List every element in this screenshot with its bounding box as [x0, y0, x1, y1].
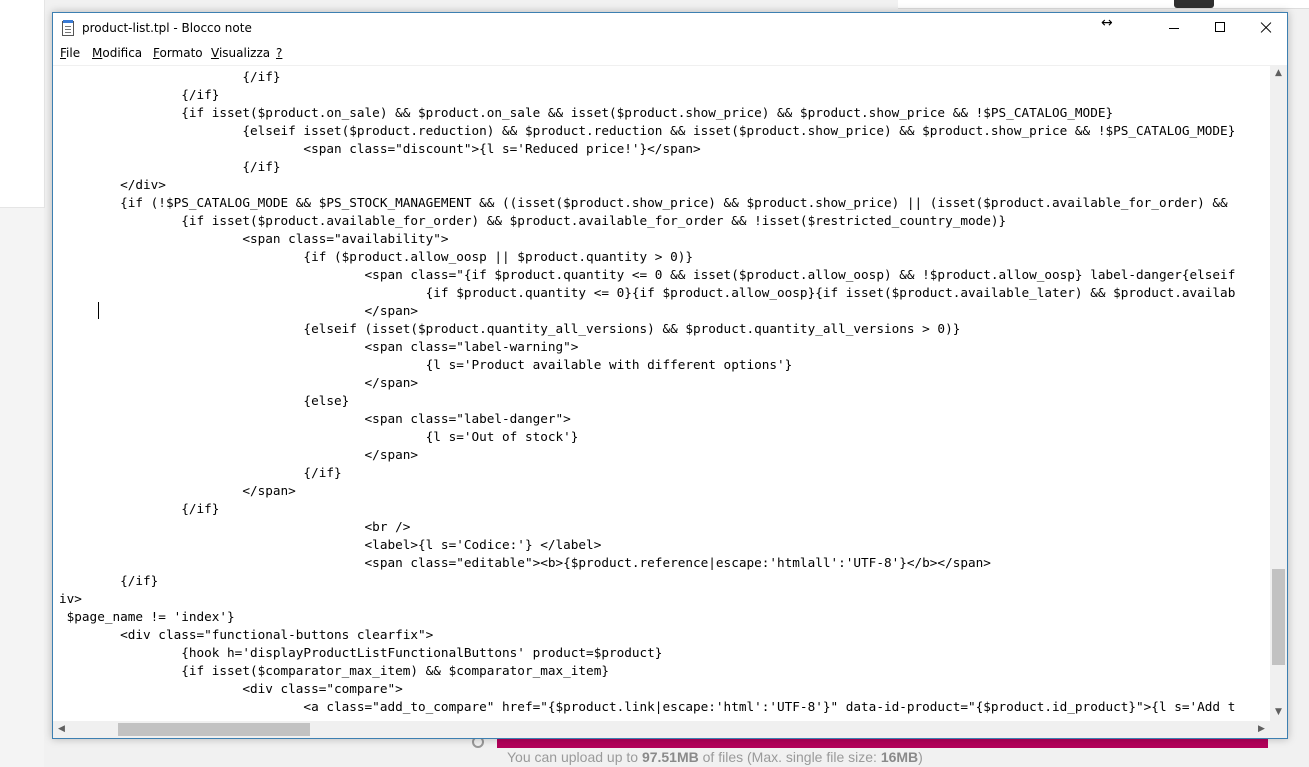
background-top-button[interactable]	[1174, 0, 1214, 8]
code-line[interactable]: </span>	[59, 303, 418, 318]
code-line[interactable]: </div>	[59, 177, 166, 192]
code-line[interactable]: {if isset($comparator_max_item) && $comp…	[59, 663, 609, 678]
upload-single-size: 16MB	[880, 749, 919, 765]
notepad-window: product-list.tpl - Blocco note ↔ File Mo…	[52, 12, 1288, 739]
maximize-button[interactable]	[1197, 13, 1243, 43]
upload-total-size: 97.51MB	[641, 749, 699, 765]
scroll-up-arrow-icon[interactable]: ▲	[1270, 65, 1287, 82]
code-line[interactable]: {hook h='displayProductListFunctionalBut…	[59, 645, 662, 660]
code-line[interactable]: {if ($product.allow_oosp || $product.qua…	[59, 249, 693, 264]
code-line[interactable]: <span class="{if $product.quantity <= 0 …	[59, 267, 1236, 282]
background-panel	[0, 0, 45, 208]
code-line[interactable]: </span>	[59, 447, 418, 462]
upload-text-suffix: )	[918, 749, 923, 765]
code-line[interactable]: {elseif isset($product.reduction) && $pr…	[59, 123, 1235, 138]
code-line[interactable]: <label>{l s='Codice:'} </label>	[59, 537, 602, 552]
code-line[interactable]: <a class="add_to_compare" href="{$produc…	[59, 699, 1235, 714]
menu-help[interactable]: ?	[276, 46, 282, 60]
code-line[interactable]: {/if}	[59, 573, 158, 588]
horizontal-scrollbar[interactable]: ◀ ▶	[53, 721, 1270, 738]
minimize-button[interactable]	[1151, 13, 1197, 43]
horizontal-scroll-thumb[interactable]	[118, 723, 310, 736]
code-line[interactable]: <span class="editable"><b>{$product.refe…	[59, 555, 991, 570]
close-button[interactable]	[1243, 13, 1289, 43]
code-line[interactable]: iv>	[59, 591, 82, 606]
upload-progress-bar	[497, 738, 1268, 748]
text-caret	[98, 302, 99, 319]
code-line[interactable]: <span class="label-warning">	[59, 339, 579, 354]
code-line[interactable]: {/if}	[59, 87, 219, 102]
title-bar[interactable]: product-list.tpl - Blocco note ↔	[53, 13, 1287, 43]
resize-cursor-icon: ↔	[1101, 15, 1113, 31]
code-line[interactable]: {if isset($product.available_for_order) …	[59, 213, 1006, 228]
code-line[interactable]: <span class="label-danger">	[59, 411, 571, 426]
scroll-right-arrow-icon[interactable]: ▶	[1253, 721, 1270, 738]
code-line[interactable]: </span>	[59, 375, 418, 390]
vertical-scroll-thumb[interactable]	[1272, 569, 1285, 665]
notepad-icon	[62, 20, 74, 36]
code-line[interactable]: <div class="compare">	[59, 681, 402, 696]
code-line[interactable]: </span>	[59, 483, 295, 498]
code-line[interactable]: {/if}	[59, 159, 280, 174]
code-line[interactable]: {/if}	[59, 501, 219, 516]
window-title: product-list.tpl - Blocco note	[82, 21, 252, 35]
code-line[interactable]: {l s='Product available with different o…	[59, 357, 793, 372]
upload-text-mid: of files (Max. single file size:	[698, 749, 881, 765]
vertical-scrollbar[interactable]: ▲ ▼	[1270, 65, 1287, 721]
code-text[interactable]: {/if} {/if} {if isset($product.on_sale) …	[59, 68, 1235, 716]
code-line[interactable]: $page_name != 'index'}	[59, 609, 235, 624]
code-line[interactable]: <br />	[59, 519, 411, 534]
code-line[interactable]: <span class="availability">	[59, 231, 448, 246]
code-line[interactable]: <span class="discount">{l s='Reduced pri…	[59, 141, 700, 156]
code-line[interactable]: {elseif (isset($product.quantity_all_ver…	[59, 321, 960, 336]
minimize-icon	[1169, 28, 1179, 29]
code-line[interactable]: <div class="functional-buttons clearfix"…	[59, 627, 433, 642]
menu-formato[interactable]: Formato	[153, 46, 203, 60]
menu-modifica[interactable]: Modifica	[92, 46, 142, 60]
maximize-icon	[1215, 22, 1225, 32]
upload-limit-text: You can upload up to 97.51MB of files (M…	[507, 749, 923, 765]
code-line[interactable]: {else}	[59, 393, 349, 408]
upload-text-prefix: You can upload up to	[507, 749, 642, 765]
scrollbar-corner	[1270, 721, 1287, 738]
background-topbar	[898, 0, 1309, 9]
menu-file[interactable]: File	[60, 46, 80, 60]
code-line[interactable]: {/if}	[59, 69, 280, 84]
code-line[interactable]: {if $product.quantity <= 0}{if $product.…	[59, 285, 1236, 300]
text-editor-area[interactable]: {/if} {/if} {if isset($product.on_sale) …	[53, 65, 1270, 722]
code-line[interactable]: {/if}	[59, 465, 341, 480]
menu-visualizza[interactable]: Visualizza	[211, 46, 270, 60]
code-line[interactable]: {l s='Out of stock'}	[59, 429, 579, 444]
background-page-left	[0, 0, 45, 767]
scroll-down-arrow-icon[interactable]: ▼	[1270, 704, 1287, 721]
menu-bar: File Modifica Formato Visualizza ?	[53, 43, 1287, 63]
code-line[interactable]: {if (!$PS_CATALOG_MODE && $PS_STOCK_MANA…	[59, 195, 1228, 210]
scroll-left-arrow-icon[interactable]: ◀	[53, 721, 70, 738]
code-line[interactable]: {if isset($product.on_sale) && $product.…	[59, 105, 1113, 120]
